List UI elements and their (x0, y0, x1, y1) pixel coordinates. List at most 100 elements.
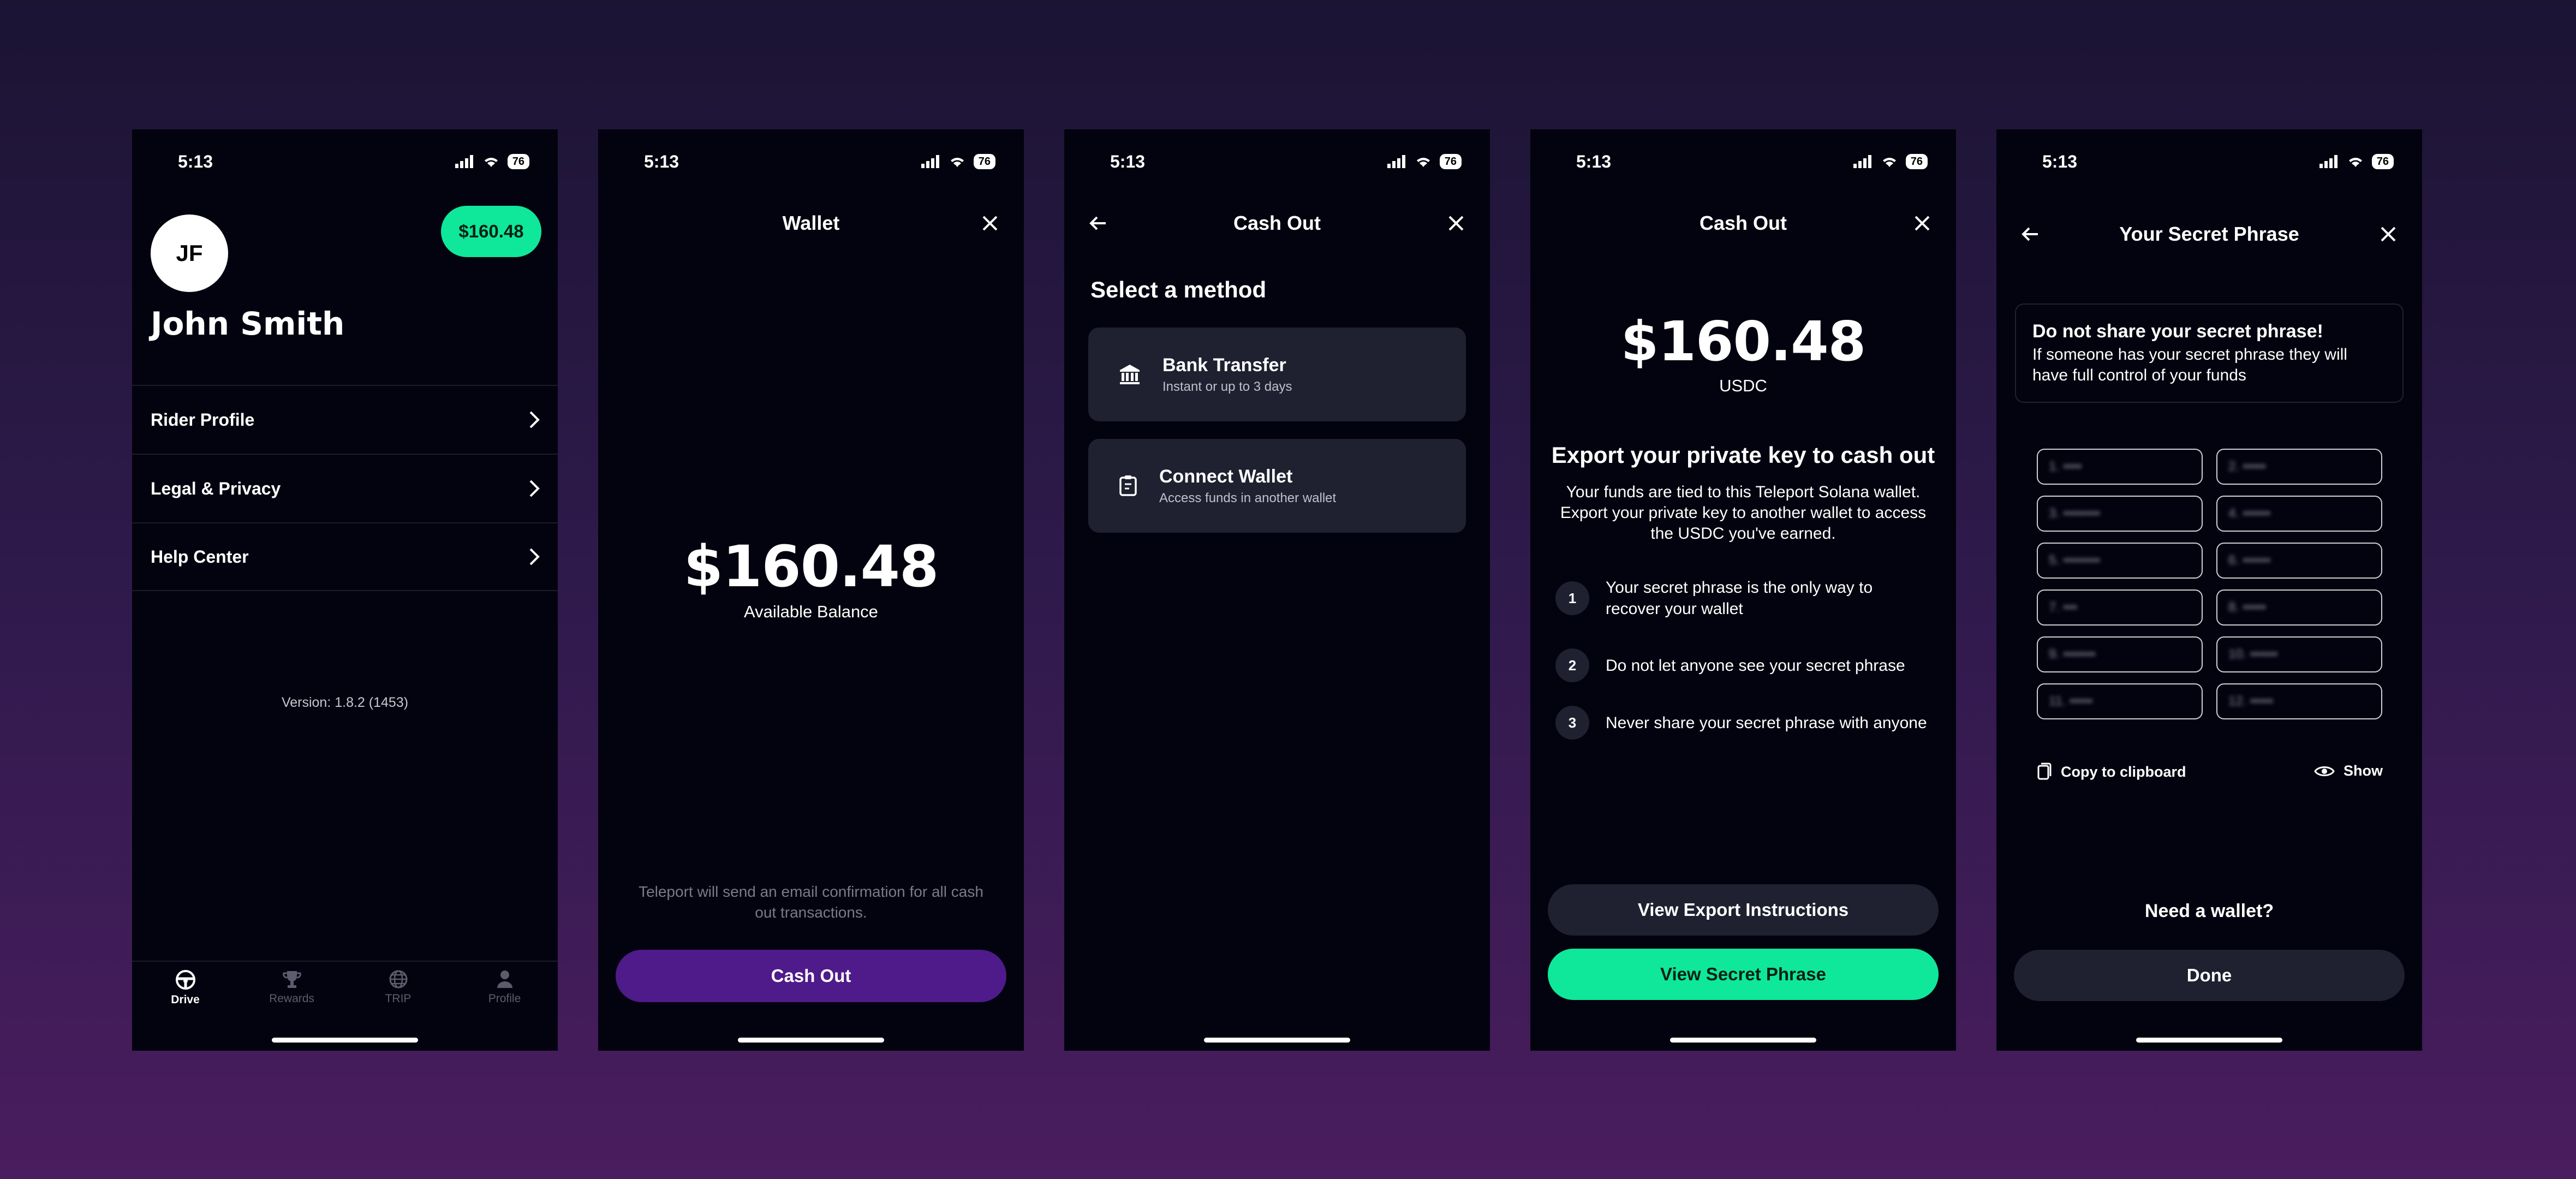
header (598, 336, 1024, 368)
clipboard-icon (2037, 763, 2052, 780)
currency-label: USDC (1719, 376, 1767, 395)
close-icon (1915, 216, 1930, 231)
tab-label: Rewards (269, 992, 314, 1005)
tab-trip[interactable]: TRIP (345, 962, 451, 1016)
chevron-right-icon (529, 411, 540, 428)
globe-icon (389, 970, 407, 989)
secret-word-text: 12. ••••• (2228, 694, 2274, 708)
page-title: Cash Out (1699, 212, 1787, 234)
tab-label: Drive (171, 993, 200, 1006)
menu-item-help-center[interactable]: Help Center (132, 522, 558, 591)
secret-word-text: 7. ••• (2049, 600, 2077, 615)
tab-drive[interactable]: Drive (132, 962, 238, 1016)
tab-profile[interactable]: Profile (451, 962, 558, 1016)
copy-to-clipboard-button[interactable]: Copy to clipboard (2037, 763, 2186, 781)
steering-wheel-icon (175, 970, 195, 990)
secret-word: 1. •••• (2037, 449, 2203, 485)
step-3: 3 Never share your secret phrase with an… (1555, 706, 1931, 740)
menu-item-label: Legal & Privacy (151, 478, 281, 498)
close-button[interactable] (1446, 213, 1466, 236)
close-button[interactable] (2378, 224, 2398, 247)
wallet-header: Wallet (598, 207, 1024, 240)
secret-word-text: 9. ••••••• (2049, 647, 2096, 662)
secret-word-text: 1. •••• (2049, 459, 2082, 474)
menu-item-rider-profile[interactable]: Rider Profile (132, 385, 558, 454)
wifi-icon (950, 158, 964, 167)
menu-item-legal-privacy[interactable]: Legal & Privacy (132, 454, 558, 522)
wifi-icon (484, 158, 498, 167)
cash-out-method-screen: 5:13 76 Cash Out Select a method Bank Tr… (1064, 129, 1490, 1051)
secret-word-text: 11. ••••• (2049, 694, 2093, 708)
done-button[interactable]: Done (2014, 950, 2405, 1001)
home-indicator (1670, 1038, 1816, 1043)
method-bank-transfer[interactable]: Bank Transfer Instant or up to 3 days (1088, 327, 1466, 421)
view-export-instructions-button[interactable]: View Export Instructions (1548, 884, 1939, 936)
close-icon (1448, 216, 1464, 231)
secret-word-text: 4. •••••• (2228, 506, 2271, 521)
step-1: 1 Your secret phrase is the only way to … (1555, 577, 1931, 620)
wifi-icon (1416, 158, 1430, 167)
step-text: Do not let anyone see your secret phrase (1606, 656, 1905, 675)
page-title: Wallet (782, 212, 840, 234)
version-text: Version: 1.8.2 (1453) (281, 695, 409, 710)
status-bar: 5:13 76 (598, 129, 1024, 178)
step-text: Your secret phrase is the only way to re… (1606, 579, 1873, 618)
warning-title: Do not share your secret phrase! (2032, 321, 2323, 342)
arrow-left-icon (1089, 216, 1106, 230)
cash-out-header: Cash Out (1064, 207, 1490, 240)
need-wallet-link[interactable]: Need a wallet? (1996, 901, 2422, 922)
balance-badge[interactable]: $160.48 (441, 206, 541, 257)
secret-word-text: 8. ••••• (2228, 600, 2266, 615)
arrow-left-icon (2022, 227, 2038, 241)
secret-word: 5. •••••••• (2037, 543, 2203, 579)
method-title: Connect Wallet (1159, 466, 1293, 487)
home-indicator (1204, 1038, 1350, 1043)
export-description: Your funds are tied to this Teleport Sol… (1560, 483, 1927, 543)
step-number: 3 (1555, 706, 1589, 740)
secret-word: 10. •••••• (2216, 636, 2382, 672)
person-icon (497, 970, 512, 988)
secret-header: Your Secret Phrase (1996, 218, 2422, 251)
status-bar: 5:13 76 (1064, 129, 1490, 178)
status-time: 5:13 (178, 151, 213, 171)
method-connect-wallet[interactable]: Connect Wallet Access funds in another w… (1088, 439, 1466, 533)
secret-word-text: 10. •••••• (2228, 647, 2278, 662)
trophy-icon (282, 971, 301, 988)
show-phrase-button[interactable]: Show (2314, 763, 2383, 779)
tab-bar: Drive Rewards TRIP Profile (132, 961, 558, 1016)
status-bar: 5:13 76 (1996, 129, 2422, 178)
wallet-icon (1119, 475, 1137, 496)
warning-box: Do not share your secret phrase! If some… (2015, 303, 2404, 403)
signal-icon (1387, 155, 1405, 168)
chevron-right-icon (529, 548, 540, 565)
tab-label: Profile (488, 992, 521, 1005)
step-number: 2 (1555, 648, 1589, 682)
step-2: 2 Do not let anyone see your secret phra… (1555, 648, 1931, 682)
wifi-icon (1882, 158, 1896, 167)
tab-label: TRIP (385, 992, 412, 1005)
home-indicator (272, 1038, 418, 1043)
close-icon (982, 216, 998, 231)
back-button[interactable] (2020, 224, 2040, 247)
balance-amount: $160.48 (1620, 309, 1866, 373)
view-secret-phrase-button[interactable]: View Secret Phrase (1548, 949, 1939, 1000)
show-label: Show (2344, 763, 2383, 779)
back-button[interactable] (1088, 213, 1108, 236)
export-key-screen: 5:13 76 Cash Out $160.48 USDC Export you… (1530, 129, 1956, 1051)
cash-out-button[interactable]: Cash Out (616, 950, 1006, 1002)
avatar[interactable]: JF (151, 215, 228, 292)
secret-word: 11. ••••• (2037, 683, 2203, 719)
cash-out-header: Cash Out (1530, 207, 1956, 240)
secret-word: 2. ••••• (2216, 449, 2382, 485)
status-time: 5:13 (2042, 151, 2078, 171)
warning-text: If someone has your secret phrase they w… (2032, 346, 2347, 384)
close-icon (2381, 227, 2396, 242)
page-title: Your Secret Phrase (2119, 223, 2299, 245)
user-name: John Smith (151, 305, 345, 342)
signal-icon (1853, 155, 1871, 168)
signal-icon (921, 155, 939, 168)
close-button[interactable] (1912, 213, 1932, 236)
method-subtitle: Access funds in another wallet (1159, 490, 1337, 505)
close-button[interactable] (980, 213, 1000, 236)
tab-rewards[interactable]: Rewards (238, 962, 345, 1016)
